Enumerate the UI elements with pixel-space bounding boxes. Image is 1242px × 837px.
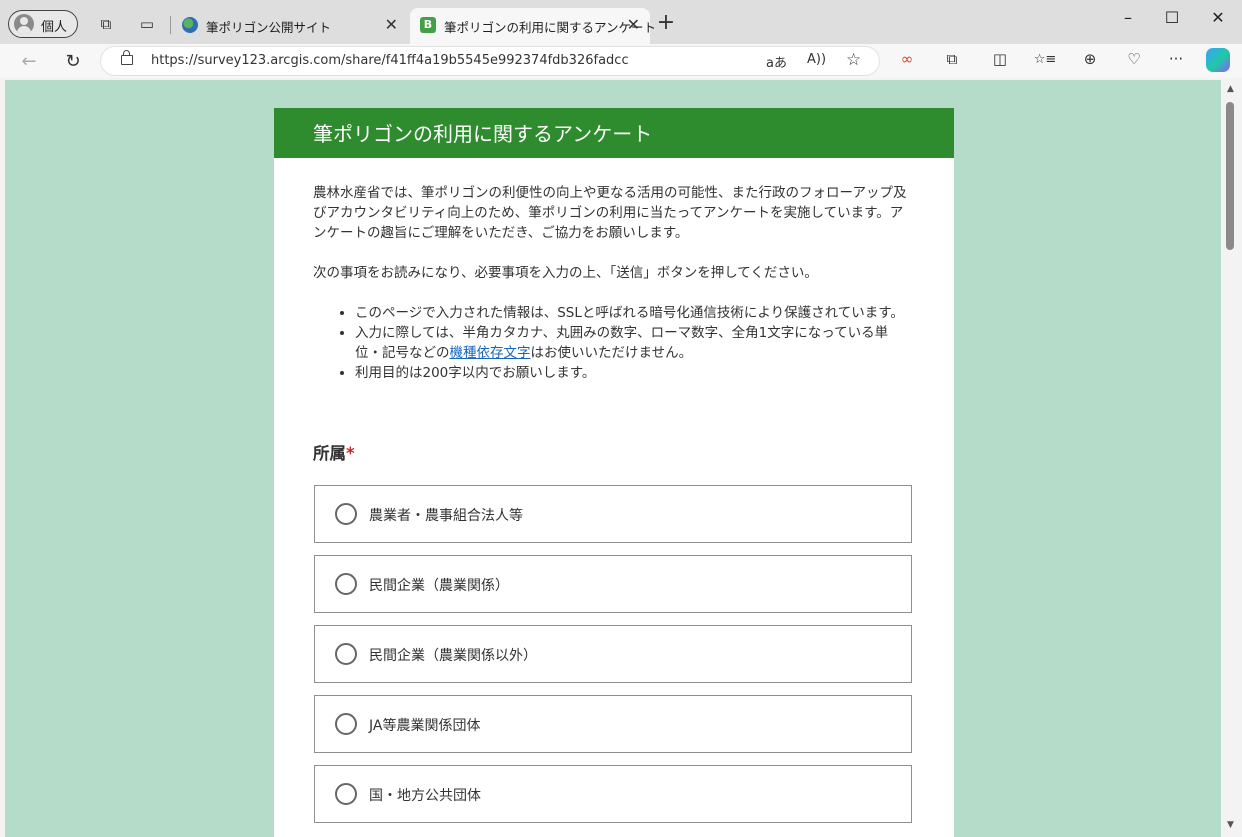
radio-button[interactable] bbox=[335, 573, 357, 595]
tab-actions-icon[interactable]: ▭ bbox=[135, 12, 159, 36]
avatar-icon bbox=[14, 14, 34, 34]
option-label[interactable]: 民間企業（農業関係） bbox=[369, 575, 509, 595]
instruction-paragraph: 次の事項をお読みになり、必要事項を入力の上、「送信」ボタンを押してください。 bbox=[313, 265, 818, 281]
copilot-icon[interactable] bbox=[1206, 48, 1230, 72]
radio-button[interactable] bbox=[335, 643, 357, 665]
close-window-button[interactable]: ✕ bbox=[1198, 4, 1238, 30]
radio-option[interactable]: 国・地方公共団体 bbox=[314, 765, 912, 823]
tab-strip: 個人 ⧉ ▭ 筆ポリゴン公開サイト ✕ B 筆ポリゴンの利用に関するアンケート … bbox=[0, 0, 1242, 44]
page-viewport: 筆ポリゴンの利用に関するアンケート 農林水産省では、筆ポリゴンの利便性の向上や更… bbox=[5, 80, 1221, 837]
link-extension-icon[interactable]: ∞ bbox=[896, 48, 918, 70]
scroll-up-icon[interactable]: ▲ bbox=[1227, 84, 1234, 94]
back-button[interactable]: ← bbox=[17, 49, 41, 73]
tab-fude-polygon-site[interactable]: 筆ポリゴン公開サイト ✕ bbox=[172, 8, 408, 44]
scrollbar-thumb[interactable] bbox=[1226, 102, 1234, 250]
option-label[interactable]: 民間企業（農業関係以外） bbox=[369, 645, 537, 665]
radio-option[interactable]: 民間企業（農業関係以外） bbox=[314, 625, 912, 683]
survey-description: 農林水産省では、筆ポリゴンの利便性の向上や更なる活用の可能性、また行政のフォロー… bbox=[313, 183, 913, 383]
intro-paragraph: 農林水産省では、筆ポリゴンの利便性の向上や更なる活用の可能性、また行政のフォロー… bbox=[313, 185, 907, 241]
question-text: 所属 bbox=[313, 444, 346, 463]
notice-list: このページで入力された情報は、SSLと呼ばれる暗号化通信技術により保護されていま… bbox=[313, 303, 913, 383]
minimize-button[interactable]: – bbox=[1108, 4, 1148, 30]
radio-button[interactable] bbox=[335, 503, 357, 525]
radio-button[interactable] bbox=[335, 713, 357, 735]
tab-separator bbox=[170, 16, 171, 34]
question-label: 所属* bbox=[313, 440, 355, 464]
option-label[interactable]: 農業者・農事組合法人等 bbox=[369, 505, 523, 525]
close-tab-icon[interactable]: ✕ bbox=[627, 15, 640, 34]
browser-toolbar: ← ↻ https://survey123.arcgis.com/share/f… bbox=[0, 44, 1242, 78]
list-item: 利用目的は200字以内でお願いします。 bbox=[355, 363, 913, 383]
tab-title: 筆ポリゴンの利用に関するアンケート bbox=[444, 20, 657, 35]
url-text[interactable]: https://survey123.arcgis.com/share/f41ff… bbox=[151, 53, 629, 68]
option-label[interactable]: JA等農業関係団体 bbox=[369, 715, 480, 735]
tab-survey[interactable]: B 筆ポリゴンの利用に関するアンケート ✕ bbox=[410, 8, 656, 44]
list-item: 入力に際しては、半角カタカナ、丸囲みの数字、ローマ数字、全角1文字になっている単… bbox=[355, 323, 913, 363]
platform-dependent-chars-link[interactable]: 機種依存文字 bbox=[450, 345, 531, 361]
favorite-star-icon[interactable]: ☆ bbox=[846, 50, 861, 70]
refresh-button[interactable]: ↻ bbox=[61, 49, 85, 73]
more-menu-icon[interactable]: ··· bbox=[1165, 48, 1187, 70]
radio-button[interactable] bbox=[335, 783, 357, 805]
notice-text: はお使いいただけません。 bbox=[530, 345, 693, 361]
favorites-icon[interactable]: ☆≡ bbox=[1034, 48, 1057, 70]
radio-option[interactable]: 民間企業（農業関係） bbox=[314, 555, 912, 613]
profile-button[interactable]: 個人 bbox=[8, 10, 78, 38]
radio-option[interactable]: JA等農業関係団体 bbox=[314, 695, 912, 753]
extensions-icon[interactable]: ⧉ bbox=[941, 48, 963, 70]
close-tab-icon[interactable]: ✕ bbox=[385, 15, 398, 34]
survey-form: 筆ポリゴンの利用に関するアンケート 農林水産省では、筆ポリゴンの利便性の向上や更… bbox=[274, 108, 954, 837]
vertical-scrollbar[interactable]: ▲ ▼ bbox=[1222, 80, 1242, 837]
survey123-icon: B bbox=[420, 17, 436, 33]
globe-icon bbox=[182, 17, 198, 33]
translate-icon[interactable]: aあ bbox=[766, 52, 787, 71]
radio-option[interactable]: 農業者・農事組合法人等 bbox=[314, 485, 912, 543]
tab-title: 筆ポリゴン公開サイト bbox=[206, 20, 332, 35]
new-tab-button[interactable]: + bbox=[654, 10, 678, 35]
collections-icon[interactable]: ⊕ bbox=[1079, 48, 1101, 70]
survey-title: 筆ポリゴンの利用に関するアンケート bbox=[274, 108, 954, 158]
split-screen-icon[interactable]: ◫ bbox=[989, 48, 1011, 70]
profile-label: 個人 bbox=[41, 20, 68, 35]
address-bar[interactable]: https://survey123.arcgis.com/share/f41ff… bbox=[100, 46, 880, 76]
list-item: このページで入力された情報は、SSLと呼ばれる暗号化通信技術により保護されていま… bbox=[355, 303, 913, 323]
required-mark: * bbox=[346, 444, 355, 463]
lock-icon[interactable] bbox=[121, 50, 133, 65]
option-label[interactable]: 国・地方公共団体 bbox=[369, 785, 481, 805]
browser-essentials-icon[interactable]: ♡ bbox=[1123, 48, 1145, 70]
scroll-down-icon[interactable]: ▼ bbox=[1227, 820, 1234, 830]
read-aloud-icon[interactable]: A)) bbox=[807, 52, 826, 67]
maximize-button[interactable]: ☐ bbox=[1152, 4, 1192, 30]
workspaces-icon[interactable]: ⧉ bbox=[94, 12, 118, 36]
